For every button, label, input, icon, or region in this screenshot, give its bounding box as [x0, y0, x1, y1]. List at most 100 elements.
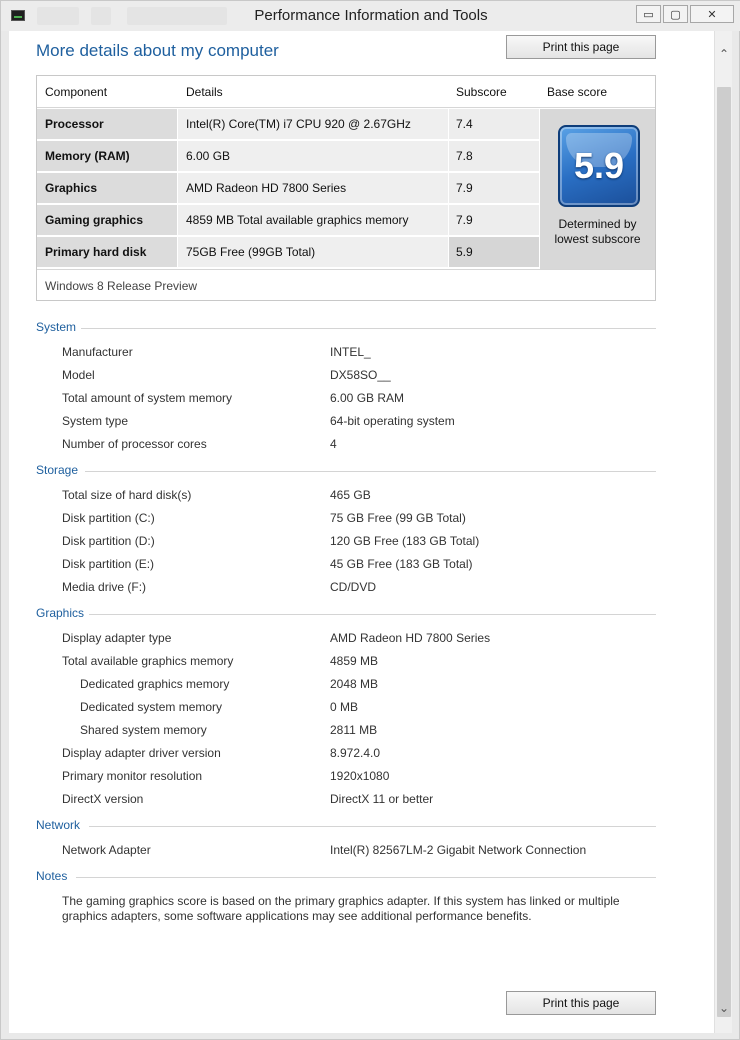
info-label: Disk partition (D:)	[62, 534, 155, 548]
section-divider	[89, 826, 656, 827]
info-value: 1920x1080	[330, 769, 390, 783]
section-divider	[89, 614, 656, 615]
maximize-icon: ▢	[670, 8, 681, 21]
info-value: 64-bit operating system	[330, 414, 455, 428]
close-icon: ✕	[707, 8, 717, 21]
component-details: Intel(R) Core(TM) i7 CPU 920 @ 2.67GHz	[186, 117, 411, 131]
scroll-up-icon[interactable]: ⌃	[715, 45, 733, 63]
base-score-note-line1: Determined by	[558, 217, 637, 231]
info-label: Total available graphics memory	[62, 654, 234, 668]
info-label: Shared system memory	[80, 723, 207, 737]
info-label: Display adapter driver version	[62, 746, 221, 760]
info-label: Model	[62, 368, 95, 382]
info-label: Disk partition (E:)	[62, 557, 155, 571]
component-details: AMD Radeon HD 7800 Series	[186, 181, 347, 195]
vertical-scrollbar[interactable]: ⌃ ⌄	[714, 31, 732, 1033]
score-row-graphics: Graphics AMD Radeon HD 7800 Series 7.9	[37, 173, 539, 203]
component-details: 4859 MB Total available graphics memory	[186, 213, 409, 227]
base-score-note-line2: lowest subscore	[554, 232, 641, 246]
base-score-value: 5.9	[573, 145, 625, 186]
info-value: 75 GB Free (99 GB Total)	[330, 511, 466, 525]
header-component: Component	[45, 85, 108, 99]
info-value: 6.00 GB RAM	[330, 391, 405, 405]
info-label: Dedicated system memory	[80, 700, 223, 714]
score-table: Component Details Subscore Base score Pr…	[36, 75, 656, 301]
base-score-badge-icon: 5.9	[558, 125, 640, 207]
base-score-note: Determined by lowest subscore	[540, 217, 655, 247]
info-label: Primary monitor resolution	[62, 769, 203, 783]
info-label: Media drive (F:)	[62, 580, 147, 594]
component-label: Graphics	[45, 181, 98, 195]
base-score-cell: 5.9 Determined by lowest subscore	[540, 109, 655, 269]
info-value: DX58SO__	[330, 368, 391, 382]
info-label: Total size of hard disk(s)	[62, 488, 192, 502]
component-details: 6.00 GB	[186, 149, 231, 163]
minimize-icon: ▭	[643, 8, 654, 21]
component-subscore: 7.8	[456, 149, 473, 163]
component-subscore: 7.4	[456, 117, 473, 131]
print-button-top[interactable]: Print this page	[506, 35, 656, 59]
title-bar[interactable]: Performance Information and Tools ▭ ▢ ✕	[1, 1, 740, 31]
score-table-header: Component Details Subscore Base score	[37, 76, 655, 108]
score-row-hard-disk: Primary hard disk 75GB Free (99GB Total)…	[37, 237, 539, 267]
info-value: DirectX 11 or better	[330, 792, 434, 806]
component-subscore: 5.9	[456, 245, 473, 259]
info-value: 8.972.4.0	[330, 746, 381, 760]
section-title-notes: Notes	[36, 869, 68, 883]
score-row-processor: Processor Intel(R) Core(TM) i7 CPU 920 @…	[37, 109, 539, 139]
print-button-bottom[interactable]: Print this page	[506, 991, 656, 1015]
page-title: More details about my computer	[36, 41, 279, 60]
score-row-gaming-graphics: Gaming graphics 4859 MB Total available …	[37, 205, 539, 235]
header-base-score: Base score	[547, 85, 608, 99]
info-label: Number of processor cores	[62, 437, 207, 451]
maximize-button[interactable]: ▢	[663, 5, 688, 23]
info-label: Total amount of system memory	[62, 391, 233, 405]
window-title: Performance Information and Tools	[254, 7, 488, 24]
info-label: Display adapter type	[62, 631, 172, 645]
info-label: Disk partition (C:)	[62, 511, 155, 525]
section-title-system: System	[36, 320, 77, 334]
info-value: 465 GB	[330, 488, 371, 502]
section-divider	[81, 328, 656, 329]
info-value: 2048 MB	[330, 677, 379, 691]
scrollbar-thumb[interactable]	[717, 87, 731, 1017]
info-value: 45 GB Free (183 GB Total)	[330, 557, 473, 571]
section-divider	[85, 471, 656, 472]
info-value: 0 MB	[330, 700, 359, 714]
component-details: 75GB Free (99GB Total)	[186, 245, 316, 259]
section-title-network: Network	[36, 818, 81, 832]
windows-edition: Windows 8 Release Preview	[45, 279, 198, 293]
section-title-storage: Storage	[36, 463, 79, 477]
info-value: CD/DVD	[330, 580, 377, 594]
minimize-button[interactable]: ▭	[636, 5, 661, 23]
scroll-down-icon[interactable]: ⌄	[715, 999, 733, 1017]
header-subscore: Subscore	[456, 85, 507, 99]
component-label: Memory (RAM)	[45, 149, 130, 163]
section-title-graphics: Graphics	[36, 606, 85, 620]
info-value: INTEL_	[330, 345, 371, 359]
component-label: Primary hard disk	[45, 245, 147, 259]
info-value: Intel(R) 82567LM-2 Gigabit Network Conne…	[330, 843, 587, 857]
content-pane: More details about my computer Print thi…	[9, 31, 714, 1033]
info-value: 2811 MB	[330, 723, 378, 737]
header-details: Details	[186, 85, 223, 99]
component-subscore: 7.9	[456, 181, 473, 195]
close-button[interactable]: ✕	[690, 5, 734, 23]
info-label: System type	[62, 414, 129, 428]
window: Performance Information and Tools ▭ ▢ ✕ …	[0, 0, 740, 1040]
windows-edition-row: Windows 8 Release Preview	[37, 269, 655, 300]
info-label: Manufacturer	[62, 345, 133, 359]
component-subscore: 7.9	[456, 213, 473, 227]
info-label: DirectX version	[62, 792, 144, 806]
score-row-memory: Memory (RAM) 6.00 GB 7.8	[37, 141, 539, 171]
component-label: Gaming graphics	[45, 213, 144, 227]
info-value: 4	[330, 437, 337, 451]
section-divider	[76, 877, 656, 878]
notes-text: The gaming graphics score is based on th…	[62, 894, 620, 923]
info-label: Network Adapter	[62, 843, 151, 857]
info-value: AMD Radeon HD 7800 Series	[330, 631, 491, 645]
component-label: Processor	[45, 117, 104, 131]
info-value: 4859 MB	[330, 654, 379, 668]
info-value: 120 GB Free (183 GB Total)	[330, 534, 480, 548]
info-label: Dedicated graphics memory	[80, 677, 230, 691]
